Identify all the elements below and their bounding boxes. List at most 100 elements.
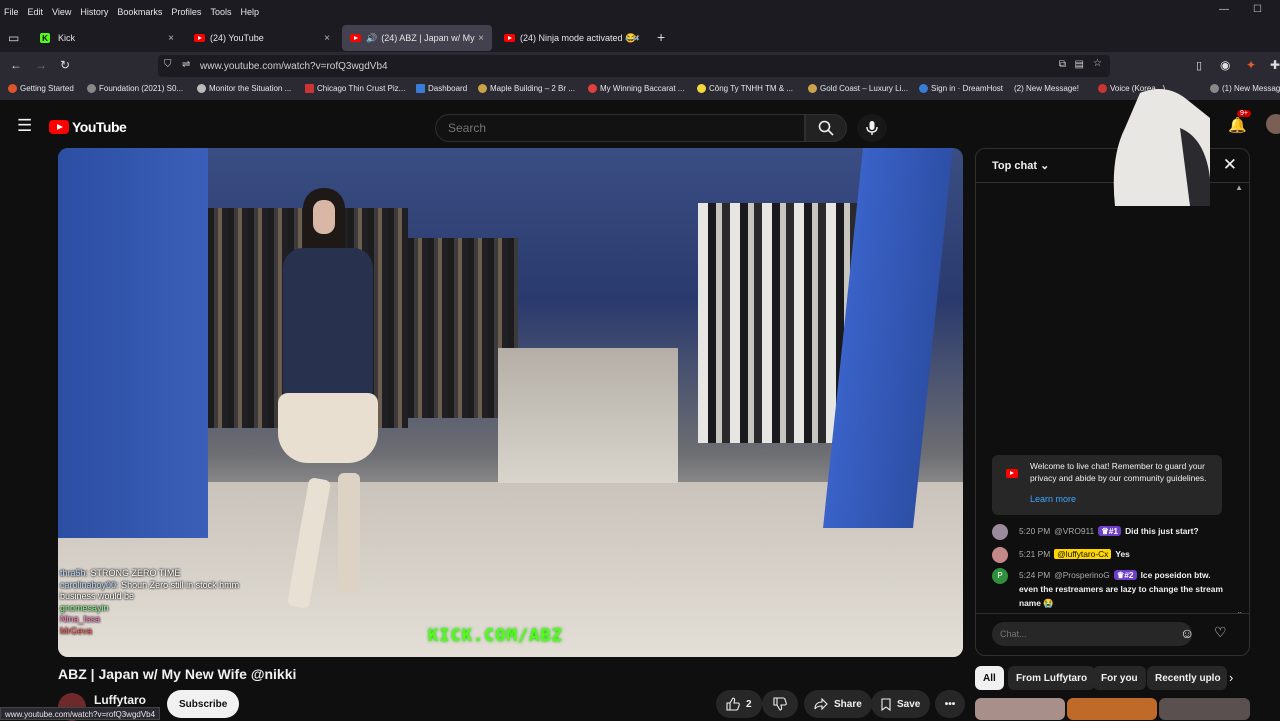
- recommended-thumbnails: [975, 698, 1250, 720]
- like-button[interactable]: 2: [716, 690, 762, 718]
- account-icon[interactable]: ◉: [1220, 58, 1230, 72]
- video-thumbnail[interactable]: [1067, 698, 1157, 720]
- menu-edit[interactable]: Edit: [28, 7, 44, 17]
- tab-label: Kick: [58, 33, 76, 43]
- video-title: ABZ | Japan w/ My New Wife @nikki: [58, 666, 297, 682]
- sidebar-icon[interactable]: ▯: [1196, 59, 1202, 72]
- share-button[interactable]: Share: [804, 690, 872, 718]
- video-player[interactable]: thra5h: STRONG ZERO TIME carolinaboy00: …: [58, 148, 963, 657]
- bookmarks-bar: Getting Started Foundation (2021) S0... …: [0, 80, 1280, 100]
- microphone-icon: [866, 121, 878, 135]
- reload-icon[interactable]: ↻: [60, 58, 70, 72]
- channel-name[interactable]: Luffytaro: [94, 693, 146, 707]
- subscribe-button[interactable]: Subscribe: [167, 690, 240, 718]
- youtube-logo[interactable]: YouTube: [49, 119, 127, 135]
- tab-abz-japan[interactable]: 🔊 (24) ABZ | Japan w/ My Ne ×: [342, 25, 492, 51]
- voice-search-button[interactable]: [857, 114, 887, 142]
- more-horizontal-icon: •••: [944, 698, 956, 710]
- chip-from-luffytaro[interactable]: From Luffytaro: [1008, 666, 1096, 690]
- chip-all[interactable]: All: [975, 666, 1004, 690]
- more-actions-button[interactable]: •••: [935, 690, 965, 718]
- tab-label: (24) ABZ | Japan w/ My Ne: [381, 33, 477, 43]
- overlay-chat-line: carolinaboy00: Shoun Zero still in stock…: [60, 579, 240, 590]
- menu-view[interactable]: View: [52, 7, 71, 17]
- menu-file[interactable]: File: [4, 7, 19, 17]
- heart-icon[interactable]: ♡: [1214, 624, 1227, 641]
- youtube-favicon-icon: [194, 34, 205, 42]
- dislike-button[interactable]: [762, 690, 798, 718]
- hamburger-menu-icon[interactable]: ☰: [17, 116, 32, 136]
- bookmark-star-icon[interactable]: ☆: [1093, 58, 1102, 69]
- bookmark-item[interactable]: (2) New Message!: [1014, 84, 1079, 93]
- url-text[interactable]: www.youtube.com/watch?v=rofQ3wgdVb4: [200, 61, 388, 72]
- bookmark-item[interactable]: Monitor the Situation ...: [197, 84, 291, 93]
- shield-icon[interactable]: ⛉: [164, 59, 172, 70]
- member-badge: ♛#1: [1098, 526, 1122, 536]
- chat-avatar: [992, 524, 1008, 540]
- chat-input[interactable]: [992, 622, 1192, 646]
- bookmark-item[interactable]: Chicago Thin Crust Piz...: [305, 84, 405, 93]
- chevron-right-icon[interactable]: ›: [1229, 670, 1233, 685]
- close-tab-icon[interactable]: ×: [478, 33, 484, 44]
- minimize-icon[interactable]: —: [1219, 4, 1229, 15]
- bookmark-item[interactable]: Getting Started: [8, 84, 74, 93]
- bookmark-item[interactable]: Foundation (2021) S0...: [87, 84, 183, 93]
- menu-history[interactable]: History: [80, 7, 108, 17]
- video-thumbnail[interactable]: [1159, 698, 1250, 720]
- forward-icon[interactable]: →: [35, 58, 47, 72]
- top-chat-dropdown[interactable]: Top chat ⌄: [992, 159, 1049, 172]
- bookmark-item[interactable]: Dashboard: [416, 84, 467, 93]
- close-tab-icon[interactable]: ×: [168, 33, 174, 44]
- bookmark-item[interactable]: My Winning Baccarat ...: [588, 84, 684, 93]
- url-bar[interactable]: ⛉ ⇌ www.youtube.com/watch?v=rofQ3wgdVb4 …: [158, 55, 1110, 77]
- search-input[interactable]: [435, 114, 805, 142]
- close-tab-icon[interactable]: ×: [634, 33, 640, 44]
- learn-more-link[interactable]: Learn more: [1030, 494, 1076, 504]
- tab-ninja-mode[interactable]: (24) Ninja mode activated 😂😂 ×: [496, 25, 648, 51]
- new-tab-icon[interactable]: +: [657, 29, 665, 45]
- bookmark-item[interactable]: (1) New Messag: [1210, 84, 1280, 93]
- emoji-icon[interactable]: ☺: [1180, 625, 1194, 641]
- search-button[interactable]: [805, 114, 847, 142]
- bookmark-favicon-icon: [305, 84, 314, 93]
- bookmark-favicon-icon: [1098, 84, 1107, 93]
- close-chat-icon[interactable]: ✕: [1223, 155, 1237, 175]
- scroll-up-icon[interactable]: ▲: [1235, 183, 1243, 192]
- extension-icon[interactable]: ✦: [1246, 58, 1256, 72]
- chip-recently-uploaded[interactable]: Recently uplo: [1147, 666, 1227, 690]
- screenshot-icon[interactable]: ⧉: [1059, 59, 1066, 70]
- tab-overview-icon[interactable]: ▭: [8, 31, 19, 45]
- bookmark-favicon-icon: [588, 84, 597, 93]
- notifications-bell-icon[interactable]: 🔔: [1228, 116, 1247, 134]
- overlay-chat-line: gnomesayin: [60, 602, 109, 613]
- menu-help[interactable]: Help: [240, 7, 259, 17]
- menu-profiles[interactable]: Profiles: [171, 7, 201, 17]
- bookmark-favicon-icon: [697, 84, 706, 93]
- speaker-icon[interactable]: 🔊: [366, 33, 377, 44]
- overlay-chat-line: business would be: [60, 591, 135, 601]
- close-tab-icon[interactable]: ×: [324, 33, 330, 44]
- menu-bookmarks[interactable]: Bookmarks: [117, 7, 162, 17]
- bookmark-item[interactable]: Maple Building – 2 Br ...: [478, 84, 575, 93]
- bookmark-item[interactable]: Gold Coast – Luxury Li...: [808, 84, 908, 93]
- bookmark-item[interactable]: Sign in · DreamHost: [919, 84, 1003, 93]
- chat-message: 5:20 PM @VRO911 ♛#1 Did this just start?: [992, 524, 1227, 540]
- bookmark-item[interactable]: Công Ty TNHH TM & ...: [697, 84, 793, 93]
- tab-kick[interactable]: K Kick ×: [32, 25, 182, 51]
- chat-avatar: [992, 547, 1008, 563]
- back-icon[interactable]: ←: [10, 58, 22, 72]
- browser-status-bar: www.youtube.com/watch?v=rofQ3wgdVb4: [0, 707, 161, 720]
- maximize-icon[interactable]: ☐: [1253, 4, 1262, 15]
- reader-view-icon[interactable]: ▤: [1075, 59, 1084, 70]
- bookmark-favicon-icon: [808, 84, 817, 93]
- site-permissions-icon[interactable]: ⇌: [182, 59, 190, 70]
- chip-for-you[interactable]: For you: [1093, 666, 1146, 690]
- thumbs-down-icon: [773, 697, 787, 711]
- extensions-puzzle-icon[interactable]: ✚: [1270, 58, 1280, 72]
- save-button[interactable]: Save: [871, 690, 931, 718]
- account-avatar[interactable]: [1266, 114, 1280, 134]
- video-thumbnail[interactable]: [975, 698, 1065, 720]
- tab-youtube[interactable]: (24) YouTube ×: [186, 25, 338, 51]
- menu-tools[interactable]: Tools: [210, 7, 231, 17]
- like-count: 2: [746, 698, 752, 710]
